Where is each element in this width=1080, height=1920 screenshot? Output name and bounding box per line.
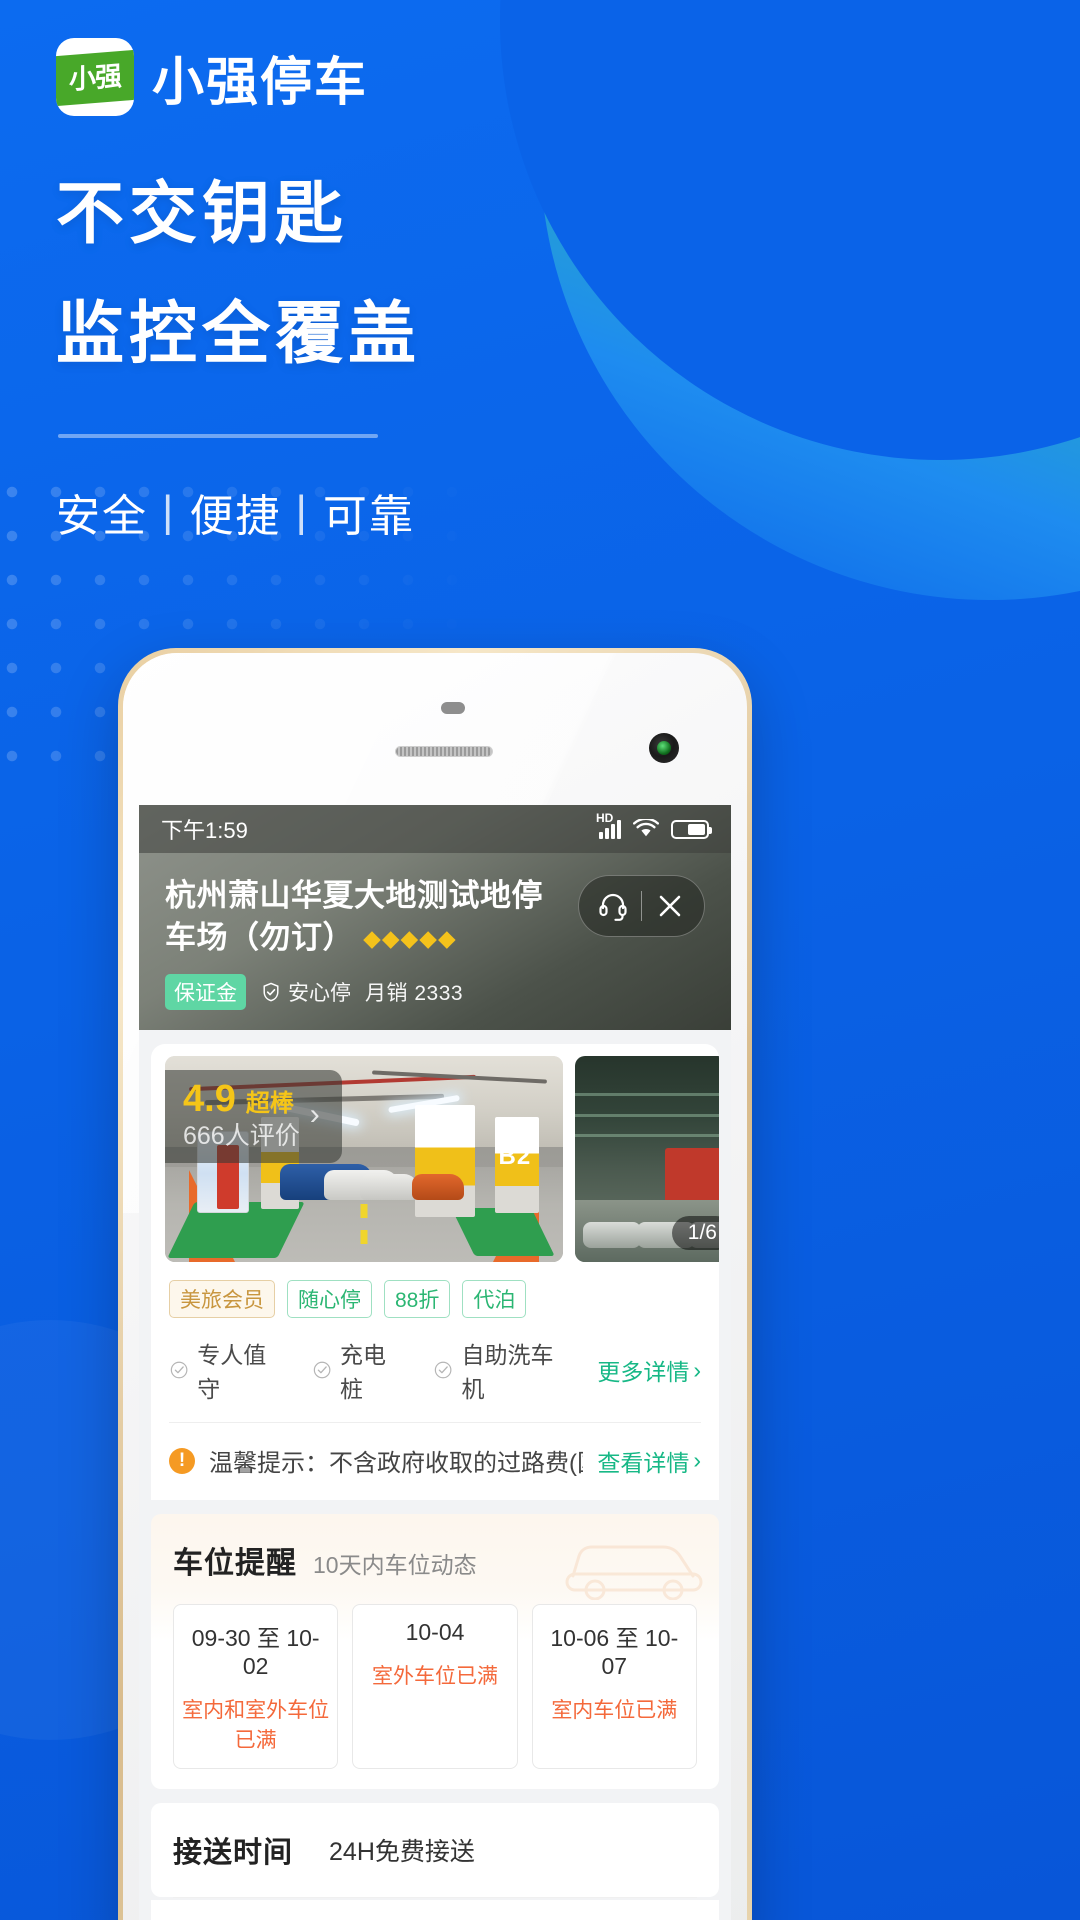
subline-item-3: 可靠 <box>322 492 415 541</box>
more-details-link[interactable]: 更多详情 › <box>597 1353 701 1387</box>
notice-detail-link[interactable]: 查看详情 › <box>597 1444 701 1478</box>
headline-subline: 安全 | 便捷 | 可靠 <box>56 480 415 544</box>
tag-list: 美旅会员 随心停 88折 代泊 <box>169 1280 701 1319</box>
check-circle-icon <box>435 1361 452 1379</box>
rating-gems: ◆◆◆◆◆ <box>363 924 457 951</box>
app-logo-icon: 小强 <box>56 38 134 116</box>
parking-slot-item[interactable]: 10-06 至 10-07 室内车位已满 <box>531 1604 697 1770</box>
gallery-photo-main[interactable]: B2 4.9 超棒 666人评价 › <box>165 1056 563 1263</box>
check-circle-icon <box>313 1361 331 1379</box>
subline-separator-1: | <box>162 487 176 536</box>
logo-text: 小强 <box>69 60 121 95</box>
tag-discount[interactable]: 88折 <box>384 1280 451 1319</box>
tag-member[interactable]: 美旅会员 <box>169 1280 275 1319</box>
close-icon <box>659 895 681 917</box>
rating-score: 4.9 <box>183 1078 236 1121</box>
phone-screen: 下午1:59 HD 杭州萧山华夏大地测试地停车场（勿订） ◆◆◆◆◆ 保证金 安… <box>139 805 731 1920</box>
shuttle-time-value: 24H免费接送 <box>329 1838 475 1867</box>
chevron-right-icon: › <box>693 1447 701 1474</box>
brand-header: 小强 小强停车 <box>56 38 368 116</box>
parking-lot-name: 杭州萧山华夏大地测试地停车场（勿订） <box>165 878 543 955</box>
slot-status: 室内车位已满 <box>551 1699 678 1723</box>
wifi-icon <box>633 819 659 837</box>
hero-top-row: 杭州萧山华夏大地测试地停车场（勿订） ◆◆◆◆◆ <box>165 875 705 958</box>
status-bar-icons: HD <box>596 811 712 839</box>
shuttle-time-row[interactable]: 接送时间 24H免费接送 <box>151 1803 719 1898</box>
row-divider <box>173 1897 697 1899</box>
car-outline-icon <box>565 1545 703 1601</box>
monthly-sales: 月销 2333 <box>365 982 464 1006</box>
rating-overlay[interactable]: 4.9 超棒 666人评价 › <box>165 1070 342 1163</box>
tag-valet[interactable]: 代泊 <box>462 1280 527 1319</box>
hero-action-group <box>578 875 705 937</box>
hd-label: HD <box>596 811 614 825</box>
tag-flexible-parking[interactable]: 随心停 <box>287 1280 372 1319</box>
chevron-right-icon: › <box>693 1356 701 1383</box>
photo-gallery[interactable]: B2 4.9 超棒 666人评价 › 1/6 <box>151 1044 719 1263</box>
amenity-label: 充电桩 <box>339 1342 386 1403</box>
phone-body: 下午1:59 HD 杭州萧山华夏大地测试地停车场（勿订） ◆◆◆◆◆ 保证金 安… <box>123 653 747 1920</box>
rating-text-group: 4.9 超棒 666人评价 <box>183 1080 300 1151</box>
check-circle-icon <box>170 1361 188 1379</box>
amenity-item: 自助洗车机 <box>433 1336 567 1404</box>
headline-divider <box>58 434 378 438</box>
gallery-photo-secondary[interactable]: 1/6 <box>575 1056 719 1263</box>
notice-row[interactable]: ! 温馨提示：不含政府收取的过路费(国家… 查看详情 › <box>169 1423 701 1500</box>
policy-row[interactable]: 优惠政策 超停60分钟内免费 <box>151 1900 719 1920</box>
parking-slot-item[interactable]: 10-04 室外车位已满 <box>352 1604 518 1770</box>
slot-date: 10-04 <box>405 1619 465 1646</box>
photo-counter-badge: 1/6 <box>671 1216 719 1251</box>
slot-date: 10-06 至 10-07 <box>550 1625 679 1680</box>
warning-icon: ! <box>169 1447 195 1474</box>
cellular-signal-icon: HD <box>596 811 621 839</box>
close-button[interactable] <box>642 878 698 934</box>
amenity-list: 专人值守 充电桩 自助洗车机 更多详情 › <box>169 1318 701 1424</box>
hero-meta-row: 保证金 安心停 月销 2333 <box>165 974 705 1011</box>
subline-separator-2: | <box>295 487 309 536</box>
phone-mockup: 下午1:59 HD 杭州萧山华夏大地测试地停车场（勿订） ◆◆◆◆◆ 保证金 安… <box>118 648 752 1920</box>
notice-text: 温馨提示：不含政府收取的过路费(国家… <box>209 1450 583 1478</box>
amenity-item: 充电桩 <box>312 1336 404 1404</box>
shield-check-icon <box>263 982 279 1002</box>
proximity-sensor-icon <box>441 702 465 714</box>
slot-status: 室内和室外车位已满 <box>182 1699 330 1753</box>
status-bar-time: 下午1:59 <box>161 818 248 843</box>
parking-slot-list: 09-30 至 10-02 室内和室外车位已满 10-04 室外车位已满 10-… <box>173 1604 697 1770</box>
parking-slot-item[interactable]: 09-30 至 10-02 室内和室外车位已满 <box>173 1604 339 1770</box>
rating-score-row: 4.9 超棒 <box>183 1080 300 1118</box>
slot-date: 09-30 至 10-02 <box>191 1625 320 1680</box>
subline-item-1: 安全 <box>56 492 148 541</box>
headline-secondary: 监控全覆盖 <box>56 296 422 372</box>
status-bar: 下午1:59 HD <box>139 805 731 853</box>
subline-item-2: 便捷 <box>189 492 282 541</box>
parking-alert-card: 车位提醒 10天内车位动态 09-30 至 10-02 室内和室外车位已满 10… <box>151 1514 719 1790</box>
more-details-label: 更多详情 <box>597 1359 690 1386</box>
earpiece-speaker-icon <box>395 746 493 757</box>
notice-detail-label: 查看详情 <box>597 1449 690 1476</box>
assurance-item: 安心停 <box>260 977 351 1007</box>
headset-icon <box>599 893 627 921</box>
front-camera-icon <box>649 733 679 763</box>
amenity-label: 自助洗车机 <box>461 1342 554 1403</box>
assurance-label: 安心停 <box>288 982 351 1006</box>
parking-alert-subtitle: 10天内车位动态 <box>313 1552 477 1579</box>
chevron-right-icon: › <box>309 1098 320 1132</box>
parking-lot-title: 杭州萧山华夏大地测试地停车场（勿订） ◆◆◆◆◆ <box>165 875 562 958</box>
amenity-label: 专人值守 <box>197 1342 267 1403</box>
amenity-item: 专人值守 <box>169 1336 282 1404</box>
brand-name: 小强停车 <box>152 53 369 112</box>
battery-icon <box>671 819 712 839</box>
customer-service-button[interactable] <box>585 878 641 934</box>
deposit-badge: 保证金 <box>165 974 246 1011</box>
facility-info-card: 美旅会员 随心停 88折 代泊 专人值守 充电桩 自助洗车机 更多详情 › ! … <box>151 1262 719 1501</box>
parking-alert-title: 车位提醒 <box>173 1547 297 1581</box>
decorative-swoosh-mask <box>500 0 1080 460</box>
rating-count: 666人评价 <box>183 1122 300 1151</box>
shuttle-time-label: 接送时间 <box>173 1837 294 1870</box>
slot-status: 室外车位已满 <box>371 1665 498 1689</box>
headline-primary: 不交钥匙 <box>56 176 349 252</box>
rating-word: 超棒 <box>245 1090 294 1118</box>
